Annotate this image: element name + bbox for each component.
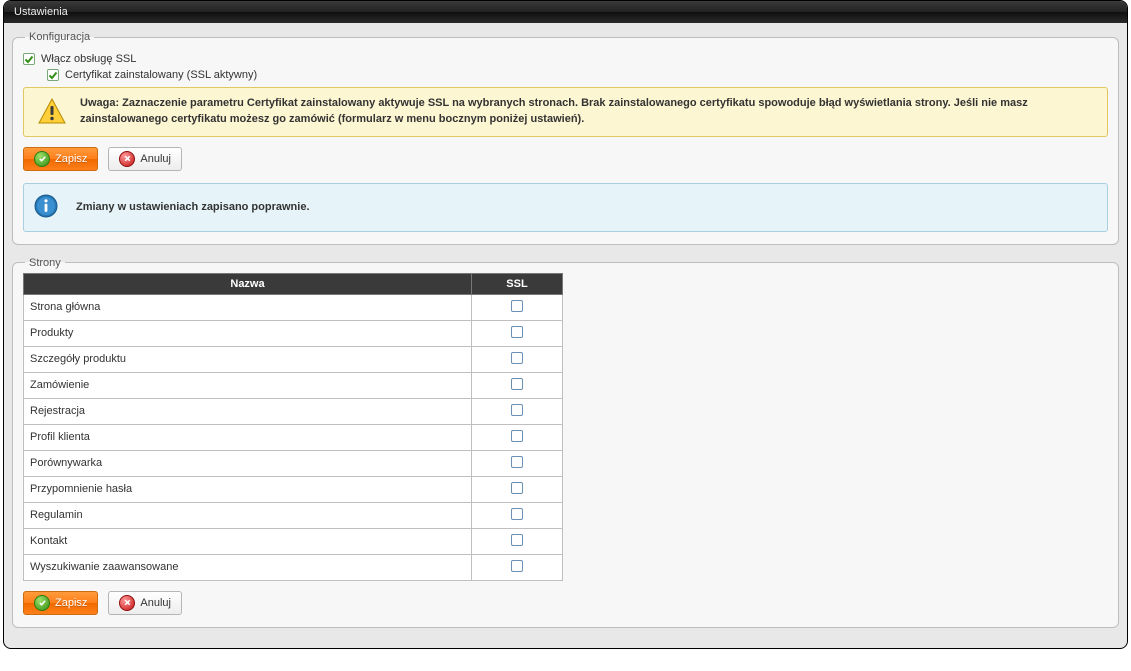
info-text: Zmiany w ustawieniach zapisano poprawnie… bbox=[76, 201, 310, 213]
ssl-checkbox-icon bbox=[511, 508, 523, 520]
page-ssl-cell[interactable] bbox=[472, 346, 563, 372]
warning-icon bbox=[38, 98, 66, 127]
warning-text: Uwaga: Zaznaczenie parametru Certyfikat … bbox=[80, 96, 1097, 128]
page-ssl-cell[interactable] bbox=[472, 528, 563, 554]
ssl-checkbox-icon bbox=[511, 456, 523, 468]
table-row: Rejestracja bbox=[24, 398, 563, 424]
page-name-cell: Profil klienta bbox=[24, 424, 472, 450]
page-name-cell: Rejestracja bbox=[24, 398, 472, 424]
ssl-checkbox-icon bbox=[511, 482, 523, 494]
save-button-label: Zapisz bbox=[55, 597, 87, 609]
table-row: Kontakt bbox=[24, 528, 563, 554]
ssl-checkbox-icon bbox=[511, 326, 523, 338]
x-icon bbox=[119, 151, 135, 167]
table-row: Zamówienie bbox=[24, 372, 563, 398]
page-ssl-cell[interactable] bbox=[472, 320, 563, 346]
panel-pages: Strony Nazwa SSL Strona głównaProduktySz… bbox=[12, 257, 1119, 628]
ssl-checkbox-icon bbox=[511, 404, 523, 416]
ssl-checkbox-icon bbox=[511, 560, 523, 572]
page-name-cell: Szczegóły produktu bbox=[24, 346, 472, 372]
save-button[interactable]: Zapisz bbox=[23, 591, 98, 615]
pages-table: Nazwa SSL Strona głównaProduktySzczegóły… bbox=[23, 273, 563, 581]
table-row: Przypomnienie hasła bbox=[24, 476, 563, 502]
page-name-cell: Produkty bbox=[24, 320, 472, 346]
save-button[interactable]: Zapisz bbox=[23, 147, 98, 171]
checkbox-cert-installed-icon bbox=[47, 69, 59, 81]
window-body: Konfiguracja Włącz obsługę SSL Certyfika… bbox=[4, 23, 1127, 648]
cert-installed-label: Certyfikat zainstalowany (SSL aktywny) bbox=[65, 69, 257, 81]
settings-window: Ustawienia Konfiguracja Włącz obsługę SS… bbox=[3, 0, 1128, 649]
page-name-cell: Kontakt bbox=[24, 528, 472, 554]
panel-config: Konfiguracja Włącz obsługę SSL Certyfika… bbox=[12, 31, 1119, 245]
cancel-button-label: Anuluj bbox=[140, 153, 171, 165]
col-name-header: Nazwa bbox=[24, 273, 472, 294]
col-ssl-header: SSL bbox=[472, 273, 563, 294]
cert-installed-row[interactable]: Certyfikat zainstalowany (SSL aktywny) bbox=[47, 69, 1108, 81]
page-ssl-cell[interactable] bbox=[472, 424, 563, 450]
table-row: Wyszukiwanie zaawansowane bbox=[24, 554, 563, 580]
checkbox-enable-ssl-icon bbox=[23, 53, 35, 65]
ssl-checkbox-icon bbox=[511, 534, 523, 546]
page-ssl-cell[interactable] bbox=[472, 450, 563, 476]
window-title: Ustawienia bbox=[4, 1, 1127, 23]
ssl-checkbox-icon bbox=[511, 352, 523, 364]
cancel-button[interactable]: Anuluj bbox=[108, 591, 182, 615]
page-ssl-cell[interactable] bbox=[472, 372, 563, 398]
config-button-row: Zapisz Anuluj bbox=[23, 147, 1108, 171]
ssl-checkbox-icon bbox=[511, 300, 523, 312]
table-row: Regulamin bbox=[24, 502, 563, 528]
page-ssl-cell[interactable] bbox=[472, 554, 563, 580]
warning-box: Uwaga: Zaznaczenie parametru Certyfikat … bbox=[23, 87, 1108, 137]
table-row: Porównywarka bbox=[24, 450, 563, 476]
ssl-checkbox-icon bbox=[511, 430, 523, 442]
page-name-cell: Wyszukiwanie zaawansowane bbox=[24, 554, 472, 580]
page-ssl-cell[interactable] bbox=[472, 476, 563, 502]
check-icon bbox=[34, 151, 50, 167]
table-row: Szczegóły produktu bbox=[24, 346, 563, 372]
cancel-button-label: Anuluj bbox=[140, 597, 171, 609]
x-icon bbox=[119, 595, 135, 611]
cancel-button[interactable]: Anuluj bbox=[108, 147, 182, 171]
info-icon bbox=[34, 194, 58, 221]
check-icon bbox=[34, 595, 50, 611]
page-name-cell: Przypomnienie hasła bbox=[24, 476, 472, 502]
page-ssl-cell[interactable] bbox=[472, 502, 563, 528]
table-row: Profil klienta bbox=[24, 424, 563, 450]
panel-pages-legend: Strony bbox=[25, 257, 65, 269]
page-ssl-cell[interactable] bbox=[472, 398, 563, 424]
save-button-label: Zapisz bbox=[55, 153, 87, 165]
enable-ssl-row[interactable]: Włącz obsługę SSL bbox=[23, 53, 1108, 65]
page-ssl-cell[interactable] bbox=[472, 294, 563, 320]
enable-ssl-label: Włącz obsługę SSL bbox=[41, 53, 136, 65]
pages-button-row: Zapisz Anuluj bbox=[23, 591, 1108, 615]
ssl-checkbox-icon bbox=[511, 378, 523, 390]
table-row: Produkty bbox=[24, 320, 563, 346]
page-name-cell: Zamówienie bbox=[24, 372, 472, 398]
page-name-cell: Porównywarka bbox=[24, 450, 472, 476]
panel-config-legend: Konfiguracja bbox=[25, 31, 94, 43]
table-row: Strona główna bbox=[24, 294, 563, 320]
page-name-cell: Regulamin bbox=[24, 502, 472, 528]
page-name-cell: Strona główna bbox=[24, 294, 472, 320]
info-box: Zmiany w ustawieniach zapisano poprawnie… bbox=[23, 183, 1108, 232]
